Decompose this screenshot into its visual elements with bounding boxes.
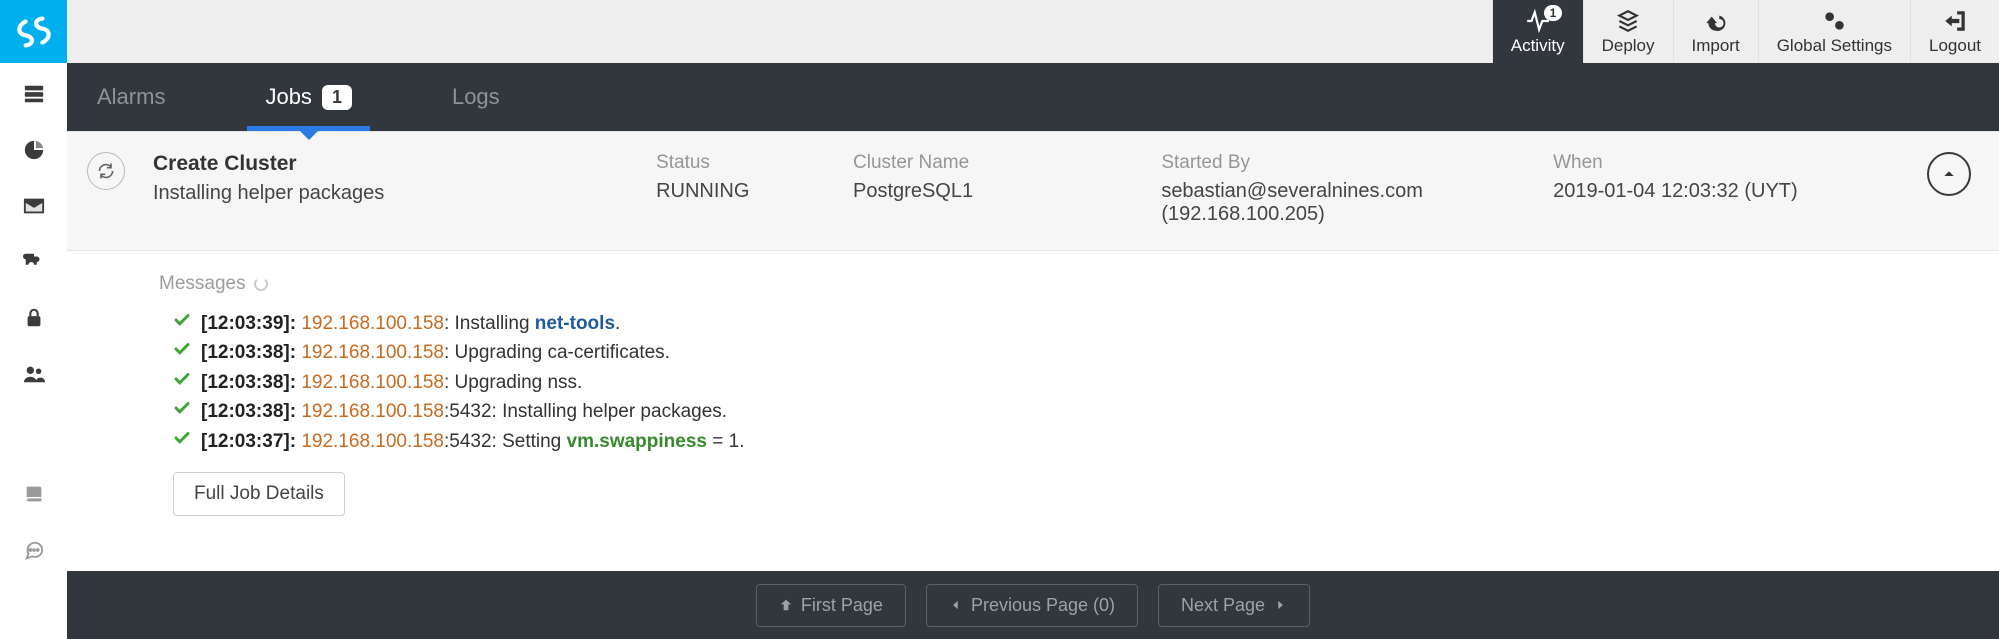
- previous-page-button[interactable]: Previous Page (0): [926, 584, 1138, 627]
- activity-label: Activity: [1511, 36, 1565, 56]
- cluster-value: PostgreSQL1: [853, 180, 1131, 203]
- deploy-label: Deploy: [1602, 36, 1655, 56]
- import-button[interactable]: Import: [1673, 0, 1758, 63]
- first-page-button[interactable]: First Page: [756, 584, 906, 627]
- pagination-footer: First Page Previous Page (0) Next Page: [67, 571, 1999, 639]
- logout-label: Logout: [1929, 36, 1981, 56]
- messages-heading: Messages: [159, 273, 1971, 295]
- tab-logs[interactable]: Logs: [452, 63, 500, 131]
- cluster-label: Cluster Name: [853, 152, 1131, 174]
- check-icon: [173, 368, 191, 397]
- message-row: [12:03:37]: 192.168.100.158:5432: Settin…: [173, 427, 1971, 456]
- job-subtitle: Installing helper packages: [153, 182, 626, 205]
- activity-badge: 1: [1544, 5, 1563, 21]
- startedby-value: sebastian@severalnines.com (192.168.100.…: [1161, 180, 1523, 226]
- deploy-button[interactable]: Deploy: [1583, 0, 1673, 63]
- activity-tabs: Alarms Jobs 1 Logs: [67, 63, 1999, 131]
- check-icon: [173, 427, 191, 456]
- plugins-icon[interactable]: [23, 251, 45, 273]
- check-icon: [173, 338, 191, 367]
- analytics-icon[interactable]: [23, 139, 45, 161]
- collapse-button[interactable]: [1927, 152, 1971, 196]
- message-list: [12:03:39]: 192.168.100.158: Installing …: [159, 309, 1971, 456]
- tab-jobs[interactable]: Jobs 1: [265, 63, 352, 131]
- check-icon: [173, 397, 191, 426]
- message-row: [12:03:38]: 192.168.100.158: Upgrading n…: [173, 368, 1971, 397]
- message-row: [12:03:38]: 192.168.100.158: Upgrading c…: [173, 338, 1971, 367]
- job-title: Create Cluster: [153, 152, 626, 176]
- mail-icon[interactable]: [23, 195, 45, 217]
- jobs-count-badge: 1: [322, 85, 352, 110]
- activity-button[interactable]: 1 Activity: [1492, 0, 1583, 63]
- loading-spinner-icon: [254, 277, 268, 291]
- logout-button[interactable]: Logout: [1910, 0, 1999, 63]
- check-icon: [173, 309, 191, 338]
- startedby-label: Started By: [1161, 152, 1523, 174]
- when-label: When: [1553, 152, 1887, 174]
- job-summary-row: Create Cluster Installing helper package…: [67, 131, 1999, 251]
- global-settings-button[interactable]: Global Settings: [1758, 0, 1910, 63]
- lock-icon[interactable]: [23, 307, 45, 329]
- status-label: Status: [656, 152, 823, 174]
- clusters-icon[interactable]: [23, 83, 45, 105]
- status-value: RUNNING: [656, 180, 823, 203]
- job-status-spinner-icon: [87, 152, 125, 190]
- message-row: [12:03:38]: 192.168.100.158:5432: Instal…: [173, 397, 1971, 426]
- settings-label: Global Settings: [1777, 36, 1892, 56]
- top-toolbar: 1 Activity Deploy Import Global Settings…: [67, 0, 1999, 63]
- chat-icon[interactable]: [23, 539, 45, 561]
- full-job-details-button[interactable]: Full Job Details: [173, 472, 345, 516]
- docs-icon[interactable]: [23, 483, 45, 505]
- when-value: 2019-01-04 12:03:32 (UYT): [1553, 180, 1887, 203]
- tab-alarms[interactable]: Alarms: [97, 63, 165, 131]
- next-page-button[interactable]: Next Page: [1158, 584, 1310, 627]
- message-row: [12:03:39]: 192.168.100.158: Installing …: [173, 309, 1971, 338]
- import-label: Import: [1692, 36, 1740, 56]
- users-icon[interactable]: [23, 363, 45, 385]
- brand-logo[interactable]: [0, 0, 67, 63]
